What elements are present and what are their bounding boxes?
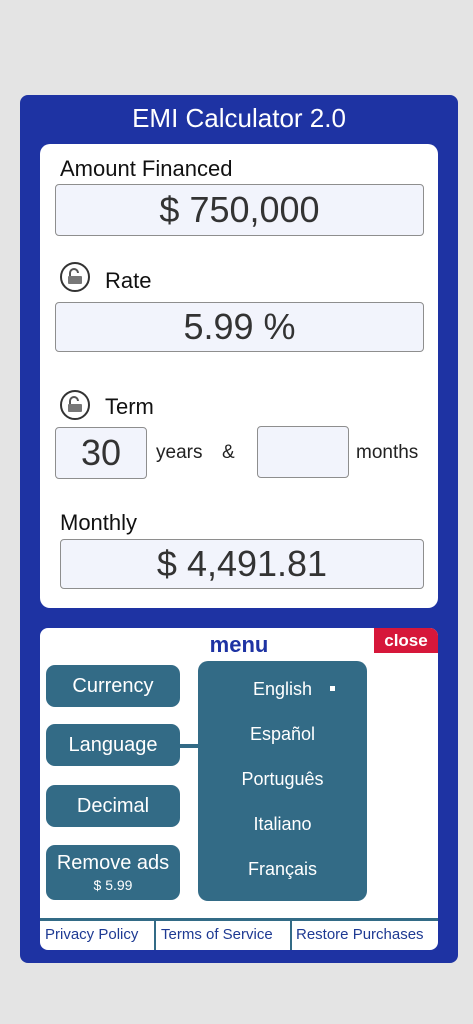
language-connector: [180, 744, 200, 748]
term-lock-icon[interactable]: [60, 390, 90, 420]
remove-ads-label: Remove ads: [56, 852, 170, 874]
language-button[interactable]: Language: [46, 724, 180, 766]
footer-divider: [154, 921, 156, 950]
close-button[interactable]: close: [374, 628, 438, 653]
language-option-francais[interactable]: Français: [198, 859, 367, 880]
privacy-policy-link[interactable]: Privacy Policy: [45, 926, 138, 943]
selected-dot-icon: [330, 686, 335, 691]
currency-button[interactable]: Currency: [46, 665, 180, 707]
footer-divider: [290, 921, 292, 950]
app-title: EMI Calculator 2.0: [132, 103, 346, 133]
language-option-english[interactable]: English: [198, 679, 367, 700]
calculator-card: Amount Financed $ 750,000 Rate 5.99 % Te…: [40, 144, 438, 608]
menu-panel: menu close Currency Language Decimal Rem…: [40, 628, 438, 950]
years-unit: years: [156, 442, 203, 463]
menu-footer: Privacy Policy Terms of Service Restore …: [40, 918, 438, 950]
monthly-result: $ 4,491.81: [60, 539, 424, 589]
language-option-italiano[interactable]: Italiano: [198, 814, 367, 835]
language-option-espanol[interactable]: Español: [198, 724, 367, 745]
monthly-label: Monthly: [60, 510, 138, 535]
language-option-portugues[interactable]: Português: [198, 769, 367, 790]
term-months-input[interactable]: [257, 426, 349, 478]
term-years-input[interactable]: 30: [55, 427, 147, 479]
months-unit: months: [356, 442, 419, 463]
rate-input[interactable]: 5.99 %: [55, 302, 424, 352]
term-and: &: [222, 442, 235, 463]
term-label: Term: [105, 394, 154, 419]
restore-purchases-link[interactable]: Restore Purchases: [296, 926, 424, 943]
terms-of-service-link[interactable]: Terms of Service: [161, 926, 273, 943]
rate-lock-icon[interactable]: [60, 262, 90, 292]
decimal-button[interactable]: Decimal: [46, 785, 180, 827]
language-list: English Español Português Italiano Franç…: [198, 661, 367, 901]
remove-ads-price: $ 5.99: [93, 877, 133, 893]
emi-calculator-app: EMI Calculator 2.0 Amount Financed $ 750…: [20, 95, 458, 963]
amount-label: Amount Financed: [60, 156, 233, 181]
rate-label: Rate: [105, 268, 152, 293]
amount-input[interactable]: $ 750,000: [55, 184, 424, 236]
remove-ads-button[interactable]: Remove ads $ 5.99: [46, 845, 180, 900]
